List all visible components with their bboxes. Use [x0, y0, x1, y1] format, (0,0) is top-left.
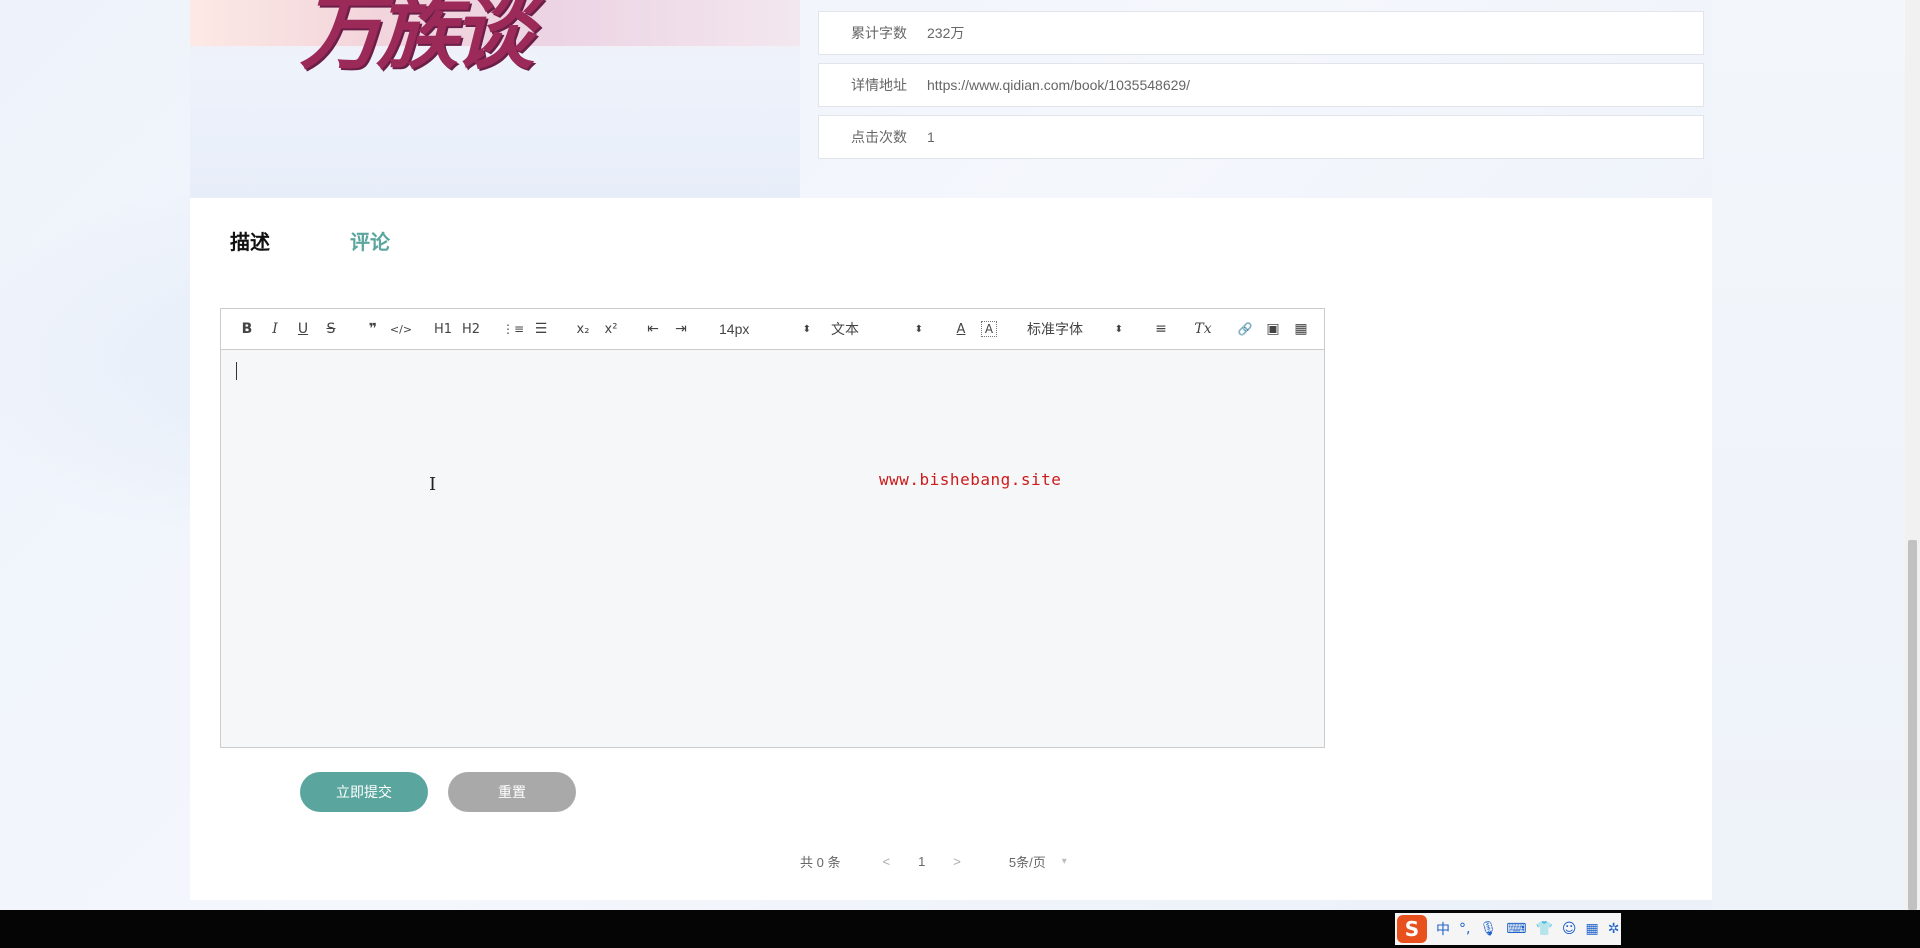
font-family-select[interactable]: 标准字体 ⬍: [1023, 317, 1127, 341]
select-arrow-icon: ⬍: [802, 323, 811, 335]
info-value[interactable]: https://www.qidian.com/book/1035548629/: [927, 77, 1190, 93]
skin-shirt-icon[interactable]: 👕: [1535, 921, 1552, 937]
pagination: 共 0 条 < 1 > 5条/页 ▾: [800, 852, 1067, 871]
editor-toolbar: B I U S ❞ </> H1 H2 ⋮≡ ☰ x₂ x² ⇤ ⇥ 14px …: [221, 309, 1324, 350]
text-caret: [236, 362, 237, 380]
submit-button[interactable]: 立即提交: [300, 772, 428, 812]
link-icon[interactable]: 🔗: [1231, 317, 1259, 341]
editor-content-area[interactable]: I www.bishebang.site: [221, 350, 1324, 747]
page-size-select[interactable]: 5条/页 ▾: [1009, 852, 1067, 871]
font-size-select[interactable]: 14px ⬍: [715, 317, 815, 341]
ordered-list-button[interactable]: ⋮≡: [499, 317, 527, 341]
font-family-value: 标准字体: [1027, 321, 1083, 337]
mouse-ibeam-cursor-icon: I: [429, 474, 437, 495]
info-label: 详情地址: [851, 77, 907, 93]
font-color-button[interactable]: A: [947, 317, 975, 341]
blockquote-button[interactable]: ❞: [359, 317, 387, 341]
chevron-down-icon: ▾: [1061, 856, 1067, 867]
bold-button[interactable]: B: [233, 317, 261, 341]
info-label: 点击次数: [851, 129, 907, 145]
info-value: 232万: [927, 25, 965, 41]
tab-description[interactable]: 描述: [230, 226, 350, 255]
header-select-value: 文本: [831, 321, 859, 337]
select-arrow-icon: ⬍: [1114, 323, 1123, 335]
microphone-icon[interactable]: 🎙: [1479, 921, 1497, 937]
video-icon[interactable]: ▦: [1287, 317, 1315, 341]
main-content-card: 描述 评论 B I U S ❞ </> H1 H2 ⋮≡ ☰ x₂ x² ⇤ ⇥…: [190, 198, 1712, 900]
detail-tabs: 描述 评论: [230, 226, 470, 255]
font-size-value: 14px: [719, 321, 750, 337]
superscript-button[interactable]: x²: [597, 317, 625, 341]
indent-button[interactable]: ⇥: [667, 317, 695, 341]
info-row-click-count: 点击次数 1: [818, 115, 1704, 159]
ime-mode-toggle[interactable]: 中: [1436, 919, 1450, 939]
cover-title-artwork: 万族谈: [300, 0, 534, 81]
info-row-detail-url: 详情地址 https://www.qidian.com/book/1035548…: [818, 63, 1704, 107]
header-2-button[interactable]: H2: [457, 317, 485, 341]
info-value: 1: [927, 129, 935, 145]
scrollbar-thumb[interactable]: [1908, 540, 1917, 910]
settings-gear-icon[interactable]: ✲: [1608, 921, 1620, 937]
book-cover-image: 万族谈: [190, 0, 800, 198]
outdent-button[interactable]: ⇤: [639, 317, 667, 341]
ime-toolbar: S 中 °, 🎙 ⌨ 👕 ☺ ▦ ✲: [1395, 913, 1621, 945]
clean-format-button[interactable]: Tx: [1189, 317, 1217, 341]
toolbox-grid-icon[interactable]: ▦: [1586, 921, 1599, 937]
ime-punctuation-toggle[interactable]: °,: [1459, 921, 1470, 937]
header-1-button[interactable]: H1: [429, 317, 457, 341]
rich-text-editor: B I U S ❞ </> H1 H2 ⋮≡ ☰ x₂ x² ⇤ ⇥ 14px …: [220, 308, 1325, 748]
watermark-text: www.bishebang.site: [879, 470, 1062, 489]
taskbar: S 中 °, 🎙 ⌨ 👕 ☺ ▦ ✲: [0, 910, 1920, 948]
prev-page-button[interactable]: <: [882, 854, 890, 869]
emoji-icon[interactable]: ☺: [1562, 921, 1577, 937]
select-arrow-icon: ⬍: [914, 323, 923, 335]
code-block-button[interactable]: </>: [387, 317, 415, 341]
tab-comment[interactable]: 评论: [350, 226, 470, 255]
pagination-total: 共 0 条: [800, 855, 841, 870]
strike-button[interactable]: S: [317, 317, 345, 341]
background-color-button[interactable]: A: [981, 321, 997, 337]
page-size-value: 5条/页: [1008, 855, 1046, 870]
header-select[interactable]: 文本 ⬍: [827, 317, 927, 341]
align-button[interactable]: ≡: [1147, 317, 1175, 341]
italic-button[interactable]: I: [261, 317, 289, 341]
subscript-button[interactable]: x₂: [569, 317, 597, 341]
page-number[interactable]: 1: [918, 854, 925, 869]
keyboard-icon[interactable]: ⌨: [1506, 921, 1526, 937]
info-label: 累计字数: [851, 25, 907, 41]
next-page-button[interactable]: >: [953, 854, 961, 869]
underline-button[interactable]: U: [289, 317, 317, 341]
info-row-word-count: 累计字数 232万: [818, 11, 1704, 55]
sogou-ime-logo-icon[interactable]: S: [1397, 915, 1427, 943]
right-background-strip: [1712, 0, 1905, 910]
image-icon[interactable]: ▣: [1259, 317, 1287, 341]
bullet-list-button[interactable]: ☰: [527, 317, 555, 341]
page-scrollbar[interactable]: [1905, 0, 1920, 910]
reset-button[interactable]: 重置: [448, 772, 576, 812]
